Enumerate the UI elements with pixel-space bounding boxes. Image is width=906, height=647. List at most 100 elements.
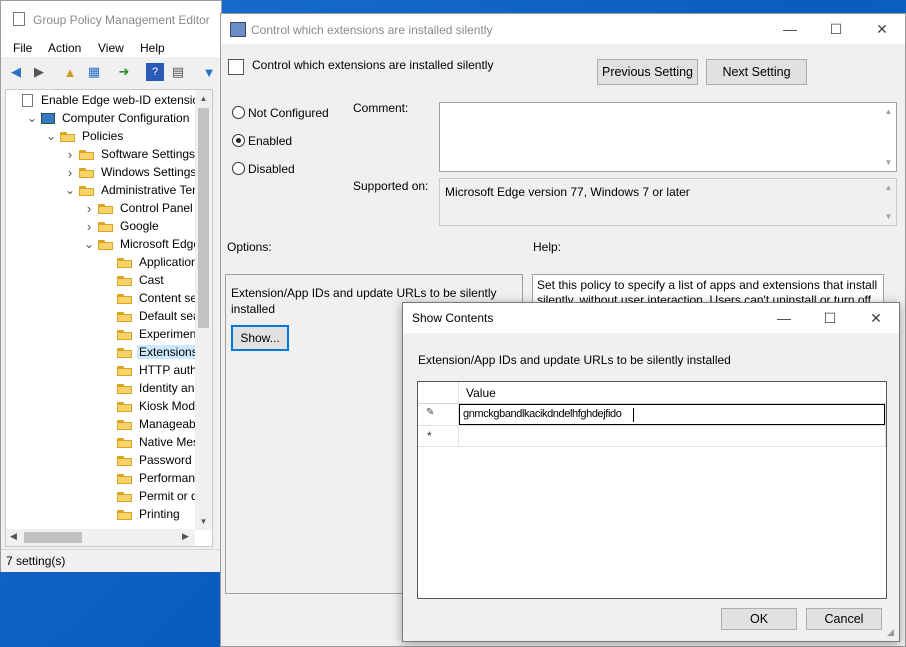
menu-help[interactable]: Help [140,41,165,55]
help-icon[interactable]: ? [146,63,164,81]
tree-item[interactable]: Default searc [6,307,212,325]
back-arrow-icon[interactable]: ◀ [7,63,25,81]
scroll-thumb[interactable] [198,108,209,328]
comment-scroll-up-icon[interactable]: ▲ [880,103,897,120]
scroll-down-arrow-icon[interactable]: ▼ [195,513,212,530]
dialog-close-icon[interactable]: ✕ [853,303,899,333]
show-contents-title: Show Contents [412,311,494,325]
expanded-chevron-icon[interactable]: ⌄ [84,237,94,251]
folder-icon [98,239,113,250]
scroll-left-arrow-icon[interactable]: ◀ [10,531,17,542]
collapsed-chevron-icon[interactable]: › [65,147,75,162]
expanded-chevron-icon[interactable]: ⌄ [46,129,56,143]
tree-item[interactable]: Kiosk Mode s [6,397,212,415]
supported-scroll-up-icon[interactable]: ▲ [880,179,897,196]
filter-icon[interactable]: ▼ [200,63,218,81]
tree-item[interactable]: Content setti [6,289,208,307]
radio-disabled[interactable] [232,162,245,175]
folder-icon [117,509,132,520]
dialog-maximize-icon[interactable]: ☐ [807,303,853,333]
folder-icon [117,275,132,286]
tree-item[interactable]: ⌄ Policies [6,127,125,145]
show-button[interactable]: Show... [231,325,289,351]
folder-icon [79,167,94,178]
status-text: 7 setting(s) [6,554,66,568]
menu-view[interactable]: View [98,41,124,55]
text-cursor [633,408,634,422]
properties-icon[interactable]: ▤ [169,63,187,81]
minimize-icon[interactable]: — [767,14,813,44]
previous-setting-button[interactable]: Previous Setting [597,59,698,85]
tree-item[interactable]: Identity and s [6,379,212,397]
tree-item[interactable]: Extensions [6,343,200,361]
value-column-header[interactable]: Value [466,386,496,400]
policy-window-title: Control which extensions are installed s… [251,23,493,37]
tree-item[interactable]: Performance [6,469,210,487]
ok-button[interactable]: OK [721,608,797,630]
radio-not-configured-label[interactable]: Not Configured [248,106,329,120]
tree-item[interactable]: HTTP authen [6,361,212,379]
tree-item[interactable]: › Google [6,217,161,235]
tree-item[interactable]: Password ma [6,451,212,469]
resize-grip-icon[interactable]: ◢ [887,627,894,638]
tree-item[interactable]: Experimentat [6,325,212,343]
forward-arrow-icon[interactable]: ▶ [30,63,48,81]
table-row[interactable]: ✎ gnmckgbandlkacikdndelhfghdejfido [418,404,886,425]
value-cell[interactable]: gnmckgbandlkacikdndelhfghdejfido [459,404,885,425]
show-contents-titlebar[interactable]: Show Contents — ☐ ✕ [403,303,899,333]
tree-item[interactable]: › Control Panel [6,199,195,217]
tree-item-label: Printing [139,507,180,521]
tree-item[interactable]: Cast [6,271,166,289]
tree-item[interactable]: Enable Edge web-ID extension [ [6,91,212,109]
tree-item[interactable]: Native Messa [6,433,212,451]
tree-item[interactable]: › Windows Settings [6,163,198,181]
radio-enabled[interactable] [232,134,245,147]
tree-item[interactable]: ⌄ Microsoft Edge [6,235,202,253]
comment-field[interactable]: ▲ ▼ [439,102,897,172]
supported-scroll-down-icon[interactable]: ▼ [880,208,897,225]
radio-disabled-label[interactable]: Disabled [248,162,295,176]
tree-item[interactable]: ⌄ Administrative Temp [6,181,211,199]
tree-item[interactable]: ⌄ Computer Configuration [6,109,191,127]
collapsed-chevron-icon[interactable]: › [84,201,94,216]
export-list-icon[interactable]: ➜ [115,63,133,81]
folder-icon [117,329,132,340]
scroll-right-arrow-icon[interactable]: ▶ [182,531,189,542]
tree-item[interactable]: Manageabili [6,415,206,433]
tree-item[interactable]: Printing [6,505,182,523]
maximize-icon[interactable]: ☐ [813,14,859,44]
policy-setting-icon [228,59,244,75]
tree-horizontal-scrollbar[interactable]: ◀ ▶ [6,529,195,546]
console-tree-icon[interactable]: ▦ [85,63,103,81]
collapsed-chevron-icon[interactable]: › [84,219,94,234]
value-cell-text[interactable]: gnmckgbandlkacikdndelhfghdejfido [463,408,622,420]
expanded-chevron-icon[interactable]: ⌄ [27,111,37,125]
expanded-chevron-icon[interactable]: ⌄ [65,183,75,197]
close-icon[interactable]: ✕ [859,14,905,44]
gpme-titlebar[interactable]: Group Policy Management Editor [1,1,221,37]
comment-scroll-down-icon[interactable]: ▼ [880,154,897,171]
tree-item[interactable]: Permit or der [6,487,210,505]
next-setting-button[interactable]: Next Setting [706,59,807,85]
collapsed-chevron-icon[interactable]: › [65,165,75,180]
policy-titlebar[interactable]: Control which extensions are installed s… [221,14,905,44]
radio-enabled-label[interactable]: Enabled [248,134,292,148]
menu-file[interactable]: File [13,41,32,55]
folder-icon [98,221,113,232]
folder-icon [117,491,132,502]
tree-item[interactable]: Application G [6,253,212,271]
cancel-button[interactable]: Cancel [806,608,882,630]
tree-vertical-scrollbar[interactable]: ▲ ▼ [195,90,212,530]
scroll-up-arrow-icon[interactable]: ▲ [195,90,212,107]
folder-icon [117,419,132,430]
table-row-new[interactable]: * [418,426,886,446]
dialog-minimize-icon[interactable]: — [761,303,807,333]
hscroll-thumb[interactable] [24,532,82,543]
tree-item[interactable]: › Software Settings [6,145,197,163]
gpme-app-icon [13,12,25,26]
menu-action[interactable]: Action [48,41,81,55]
tree-pane[interactable]: Enable Edge web-ID extension [⌄ Computer … [5,89,213,547]
values-grid[interactable]: Value ✎ gnmckgbandlkacikdndelhfghdejfido… [417,381,887,599]
up-folder-icon[interactable]: ▲ [61,63,79,81]
radio-not-configured[interactable] [232,106,245,119]
